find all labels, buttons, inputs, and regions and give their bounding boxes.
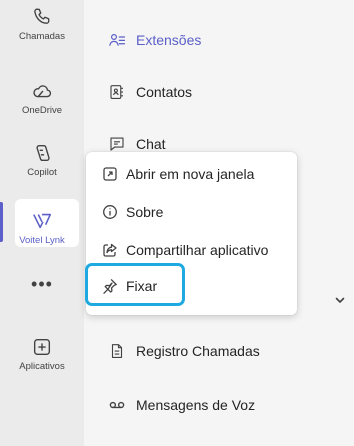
main-item-registro-chamadas[interactable]: Registro Chamadas [108,342,260,360]
copilot-icon [36,144,50,162]
main-label-mensagens-de-voz: Mensagens de Voz [136,397,256,413]
rail-item-copilot[interactable]: Copilot [0,142,84,178]
phone-icon [34,8,50,24]
rail-item-onedrive[interactable]: OneDrive [0,80,84,116]
main-item-mensagens-de-voz[interactable]: Mensagens de Voz [108,396,255,414]
cloud-icon [33,85,52,98]
voitel-lynk-icon [33,213,52,229]
main-item-contatos[interactable]: Contatos [108,83,192,101]
main-item-extensoes[interactable]: Extensões [108,31,201,49]
fixar-highlight-outline [85,263,185,306]
add-square-icon [33,338,51,356]
app-rail: Chamadas OneDrive Copilot Voitel Lynk ••… [0,0,84,446]
rail-label-onedrive: OneDrive [21,105,63,116]
main-label-registro-chamadas: Registro Chamadas [136,343,260,359]
rail-item-voitel-lynk[interactable]: Voitel Lynk [0,210,84,246]
voicemail-icon [109,401,125,409]
main-label-contatos: Contatos [136,84,193,100]
extensions-icon [109,34,126,46]
rail-label-aplicativos: Aplicativos [19,361,65,372]
main-item-chat[interactable]: Chat [108,135,166,153]
rail-item-aplicativos[interactable]: Aplicativos [0,336,84,372]
rail-label-chamadas: Chamadas [19,31,65,42]
main-label-chat: Chat [136,136,166,152]
more-apps-button[interactable]: ••• [0,275,84,293]
chat-icon [110,137,124,151]
contacts-icon [110,85,123,99]
share-icon [103,243,117,257]
rail-label-voitel-lynk: Voitel Lynk [19,235,65,246]
info-icon [103,205,117,219]
menu-label-abrir: Abrir em nova janela [126,166,255,182]
more-icon: ••• [31,274,53,294]
menu-item-abrir-em-nova-janela[interactable]: Abrir em nova janela [102,166,254,182]
rail-label-copilot: Copilot [27,167,57,178]
rail-item-chamadas[interactable]: Chamadas [0,6,84,42]
call-log-icon [111,344,123,358]
menu-item-compartilhar-aplicativo[interactable]: Compartilhar aplicativo [102,242,268,258]
open-window-icon [103,167,117,181]
menu-item-sobre[interactable]: Sobre [102,204,163,220]
chevron-down-icon[interactable] [334,294,346,306]
menu-label-compartilhar: Compartilhar aplicativo [126,242,269,258]
main-label-extensoes: Extensões [136,32,202,48]
menu-label-sobre: Sobre [126,204,164,220]
